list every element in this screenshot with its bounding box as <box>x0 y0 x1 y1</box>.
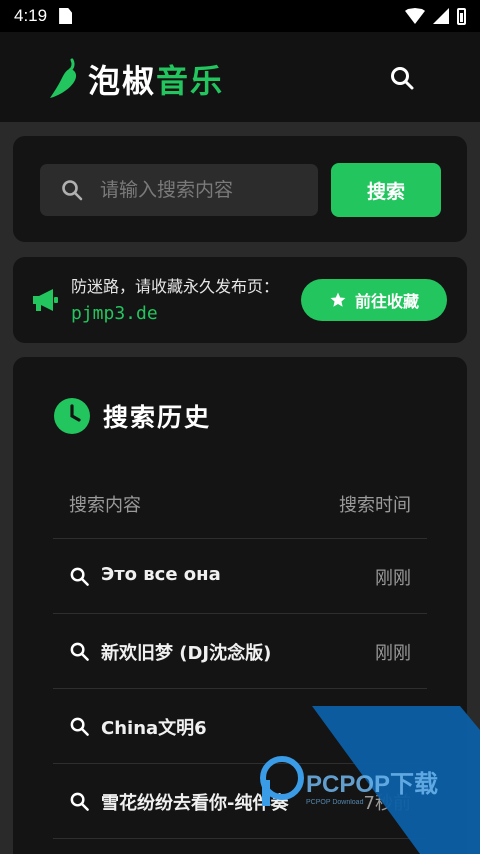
status-icons <box>405 7 466 25</box>
notice-text: 防迷路，请收藏永久发布页： pjmp3.de <box>71 273 281 327</box>
search-icon <box>70 642 89 661</box>
history-title-row: 搜索历史 <box>53 397 211 435</box>
notice-url[interactable]: pjmp3.de <box>71 303 158 324</box>
logo-text-white: 泡椒 <box>88 62 157 100</box>
history-time: 刚刚 <box>375 568 411 589</box>
clock-icon <box>54 398 90 434</box>
col-content-header: 搜索内容 <box>69 495 141 516</box>
history-title: 搜索历史 <box>103 403 212 432</box>
battery-icon <box>457 7 466 25</box>
chili-pepper-icon <box>50 58 77 98</box>
history-query: Это все она <box>101 564 221 585</box>
history-row[interactable]: Это все она 刚刚 <box>53 539 427 614</box>
history-query: China文明6 <box>101 718 207 739</box>
history-query: 雪花纷纷去看你-纯伴奏 <box>101 793 289 814</box>
history-time: 刚刚 <box>375 643 411 664</box>
status-time: 4:19 <box>14 6 48 25</box>
star-icon <box>330 292 346 307</box>
search-card: 搜索 <box>13 136 467 242</box>
go-favorite-label: 前往收藏 <box>354 292 419 311</box>
history-row[interactable]: 新欢旧梦 (DJ沈念版) 刚刚 <box>53 614 427 689</box>
history-row[interactable]: 雪花纷纷去看你-纯伴奏 7秒前 <box>53 764 427 839</box>
search-button[interactable]: 搜索 <box>331 163 441 217</box>
history-query: 新欢旧梦 (DJ沈念版) <box>101 643 272 664</box>
search-icon <box>70 567 89 586</box>
search-icon <box>70 792 89 811</box>
history-row[interactable]: China文明6 <box>53 689 427 764</box>
search-input[interactable] <box>100 179 300 201</box>
search-icon <box>70 717 89 736</box>
history-table-header: 搜索内容 搜索时间 <box>53 483 427 539</box>
search-icon[interactable] <box>388 64 416 92</box>
go-favorite-button[interactable]: 前往收藏 <box>301 279 447 321</box>
search-icon <box>62 180 83 201</box>
app-header: 泡椒音乐 <box>0 32 480 122</box>
signal-icon <box>433 8 449 24</box>
col-time-header: 搜索时间 <box>339 495 411 516</box>
search-box[interactable] <box>40 164 318 216</box>
app-logo-text: 泡椒音乐 <box>88 56 224 102</box>
sim-card-icon <box>59 8 73 24</box>
notice-card: 防迷路，请收藏永久发布页： pjmp3.de 前往收藏 <box>13 257 467 343</box>
wifi-icon <box>405 8 425 24</box>
notice-message: 防迷路，请收藏永久发布页： <box>71 277 280 296</box>
history-card: 搜索历史 搜索内容 搜索时间 Это все она 刚刚 新欢旧梦 (DJ沈念… <box>13 357 467 854</box>
megaphone-icon <box>33 289 58 311</box>
status-bar: 4:19 <box>0 0 480 32</box>
history-time: 7秒前 <box>363 793 411 814</box>
logo-text-green: 音乐 <box>156 62 225 100</box>
